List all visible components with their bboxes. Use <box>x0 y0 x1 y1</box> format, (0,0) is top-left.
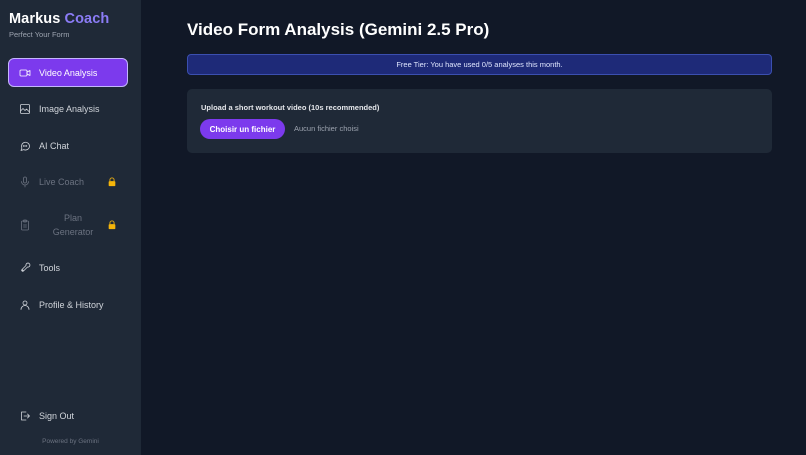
sign-out-button[interactable]: Sign Out <box>8 401 128 430</box>
free-tier-banner: Free Tier: You have used 0/5 analyses th… <box>187 54 772 75</box>
powered-by: Powered by Gemini <box>42 438 99 445</box>
brand-tagline: Perfect Your Form <box>9 30 70 39</box>
main-content: Video Form Analysis (Gemini 2.5 Pro) Fre… <box>141 0 806 455</box>
app-root: Markus Coach Perfect Your Form Video Ana… <box>0 0 806 455</box>
sign-out-label: Sign Out <box>39 410 75 421</box>
page-title: Video Form Analysis (Gemini 2.5 Pro) <box>187 20 490 39</box>
brand: Markus Coach Perfect Your Form <box>9 11 109 39</box>
sidebar: Markus Coach Perfect Your Form Video Ana… <box>0 0 141 455</box>
microphone-icon <box>19 176 31 188</box>
sidebar-item-label-line2: Generator <box>52 227 94 237</box>
tools-icon <box>19 262 31 274</box>
sidebar-item-video-analysis[interactable]: Video Analysis <box>8 58 128 87</box>
sidebar-item-label-line1: Plan <box>63 213 82 223</box>
sign-out-icon <box>19 410 31 422</box>
sidebar-item-label: AI Chat <box>39 140 70 151</box>
sidebar-item-plan-generator[interactable]: Plan Generator <box>8 204 128 246</box>
upload-label: Upload a short workout video (10s recomm… <box>201 103 380 112</box>
lock-icon <box>107 220 117 230</box>
sidebar-item-tools[interactable]: Tools <box>8 254 128 283</box>
sidebar-item-image-analysis[interactable]: Image Analysis <box>8 95 128 124</box>
sidebar-item-label: Video Analysis <box>39 67 98 78</box>
sidebar-item-live-coach[interactable]: Live Coach <box>8 168 128 197</box>
choose-file-button[interactable]: Choisir un fichier <box>200 119 285 139</box>
brand-title: Markus Coach <box>9 11 109 27</box>
chat-bubble-icon <box>19 140 31 152</box>
sidebar-item-label: Image Analysis <box>39 104 100 114</box>
lock-icon <box>107 177 117 187</box>
file-status: Aucun fichier choisi <box>294 124 359 133</box>
sidebar-item-label: Profile & History <box>39 299 104 310</box>
image-icon <box>19 103 31 115</box>
sidebar-item-label: Tools <box>39 263 61 273</box>
brand-accent: Coach <box>64 11 110 27</box>
brand-name: Markus <box>9 11 61 27</box>
sidebar-item-ai-chat[interactable]: AI Chat <box>8 131 128 160</box>
clipboard-icon <box>19 219 31 231</box>
sign-out-area: Sign Out <box>8 401 128 438</box>
upload-card: Upload a short workout video (10s recomm… <box>187 89 772 153</box>
video-icon <box>19 67 31 79</box>
sidebar-item-profile-history[interactable]: Profile & History <box>8 290 128 319</box>
user-icon <box>19 299 31 311</box>
sidebar-nav: Video Analysis Image Analysis AI Chat Li… <box>8 58 128 327</box>
sidebar-item-label: Live Coach <box>39 177 85 187</box>
